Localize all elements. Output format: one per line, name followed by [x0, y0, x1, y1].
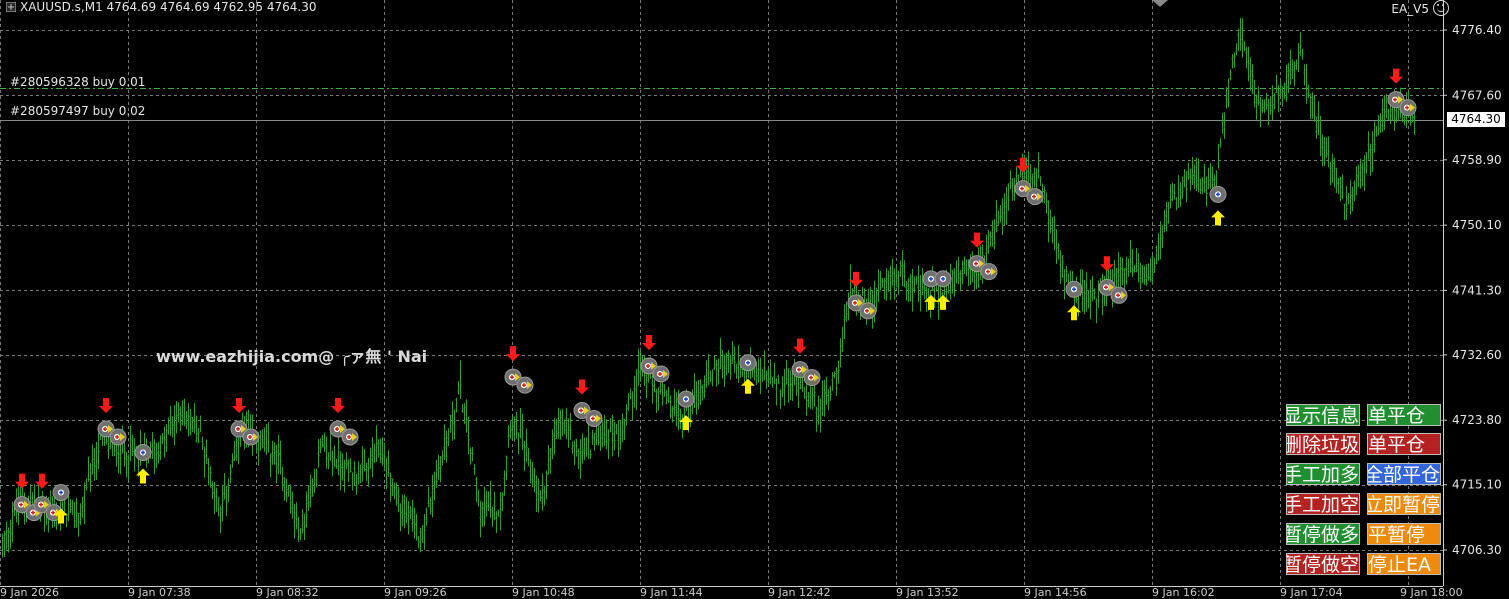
price-tick-label: 4723.80: [1452, 413, 1502, 427]
ea-name: EA_V5: [1391, 2, 1429, 16]
btn-stop-long[interactable]: 暂停做多: [1286, 523, 1360, 545]
price-tick-label: 4776.40: [1452, 23, 1502, 37]
price-tick-label: 4732.60: [1452, 348, 1502, 362]
time-label: 9 Jan 17:04: [1280, 586, 1343, 599]
time-label: 9 Jan 09:26: [384, 586, 447, 599]
btn-close-single-2[interactable]: 单平仓: [1367, 433, 1441, 455]
watermark-text: www.eazhijia.com@ ╭ァ無 ' Nai: [156, 347, 428, 366]
price-tick-label: 4758.90: [1452, 153, 1502, 167]
time-label: 9 Jan 16:02: [1152, 586, 1215, 599]
btn-remove-junk[interactable]: 删除垃圾: [1286, 433, 1360, 455]
current-price-tag: 4764.30: [1447, 112, 1505, 127]
time-label: 9 Jan 14:56: [1024, 586, 1087, 599]
time-label: 9 Jan 07:38: [128, 586, 191, 599]
btn-manual-add-short[interactable]: 手工加空: [1286, 493, 1360, 515]
price-tick-label: 4741.30: [1452, 283, 1502, 297]
btn-close-pause[interactable]: 平暂停: [1367, 523, 1441, 545]
price-tick-label: 4715.10: [1452, 478, 1502, 492]
time-label: 9 Jan 10:48: [512, 586, 575, 599]
scroll-marker-icon: [1152, 0, 1168, 7]
btn-stop-short[interactable]: 暂停做空: [1286, 553, 1360, 575]
symbol-info: XAUUSD.s,M1 4764.69 4764.69 4762.95 4764…: [20, 0, 317, 14]
btn-close-single-1[interactable]: 单平仓: [1367, 404, 1441, 426]
time-label: 9 Jan 13:52: [896, 586, 959, 599]
chart-header: XAUUSD.s,M1 4764.69 4764.69 4762.95 4764…: [5, 0, 317, 14]
time-label: 9 Jan 18:00: [1400, 586, 1463, 599]
ea-label[interactable]: EA_V5: [1391, 0, 1449, 16]
chart-window[interactable]: 4776.40 4767.60 4758.90 4750.10 4741.30 4732.…: [0, 0, 1509, 594]
btn-pause-now[interactable]: 立即暂停: [1367, 493, 1441, 515]
price-chart[interactable]: 4776.40 4767.60 4758.90 4750.10 4741.30 4732.…: [0, 0, 1509, 594]
smiley-icon: [1433, 0, 1449, 16]
time-label: 9 Jan 2026: [0, 586, 59, 599]
btn-stop-ea[interactable]: 停止EA: [1367, 553, 1441, 575]
time-label: 9 Jan 11:44: [640, 586, 703, 599]
symbol-icon: [5, 1, 17, 13]
order-label-2[interactable]: #280597497 buy 0.02: [10, 104, 145, 118]
price-tick-label: 4706.30: [1452, 543, 1502, 557]
price-tick-label: 4750.10: [1452, 218, 1502, 232]
btn-manual-add-long[interactable]: 手工加多: [1286, 463, 1360, 485]
time-label: 9 Jan 12:42: [768, 586, 831, 599]
btn-close-all[interactable]: 全部平仓: [1367, 463, 1441, 485]
order-label-1[interactable]: #280596328 buy 0.01: [10, 75, 145, 89]
time-label: 9 Jan 08:32: [256, 586, 319, 599]
price-tick-label: 4767.60: [1452, 88, 1502, 102]
btn-show-info[interactable]: 显示信息: [1286, 404, 1360, 426]
